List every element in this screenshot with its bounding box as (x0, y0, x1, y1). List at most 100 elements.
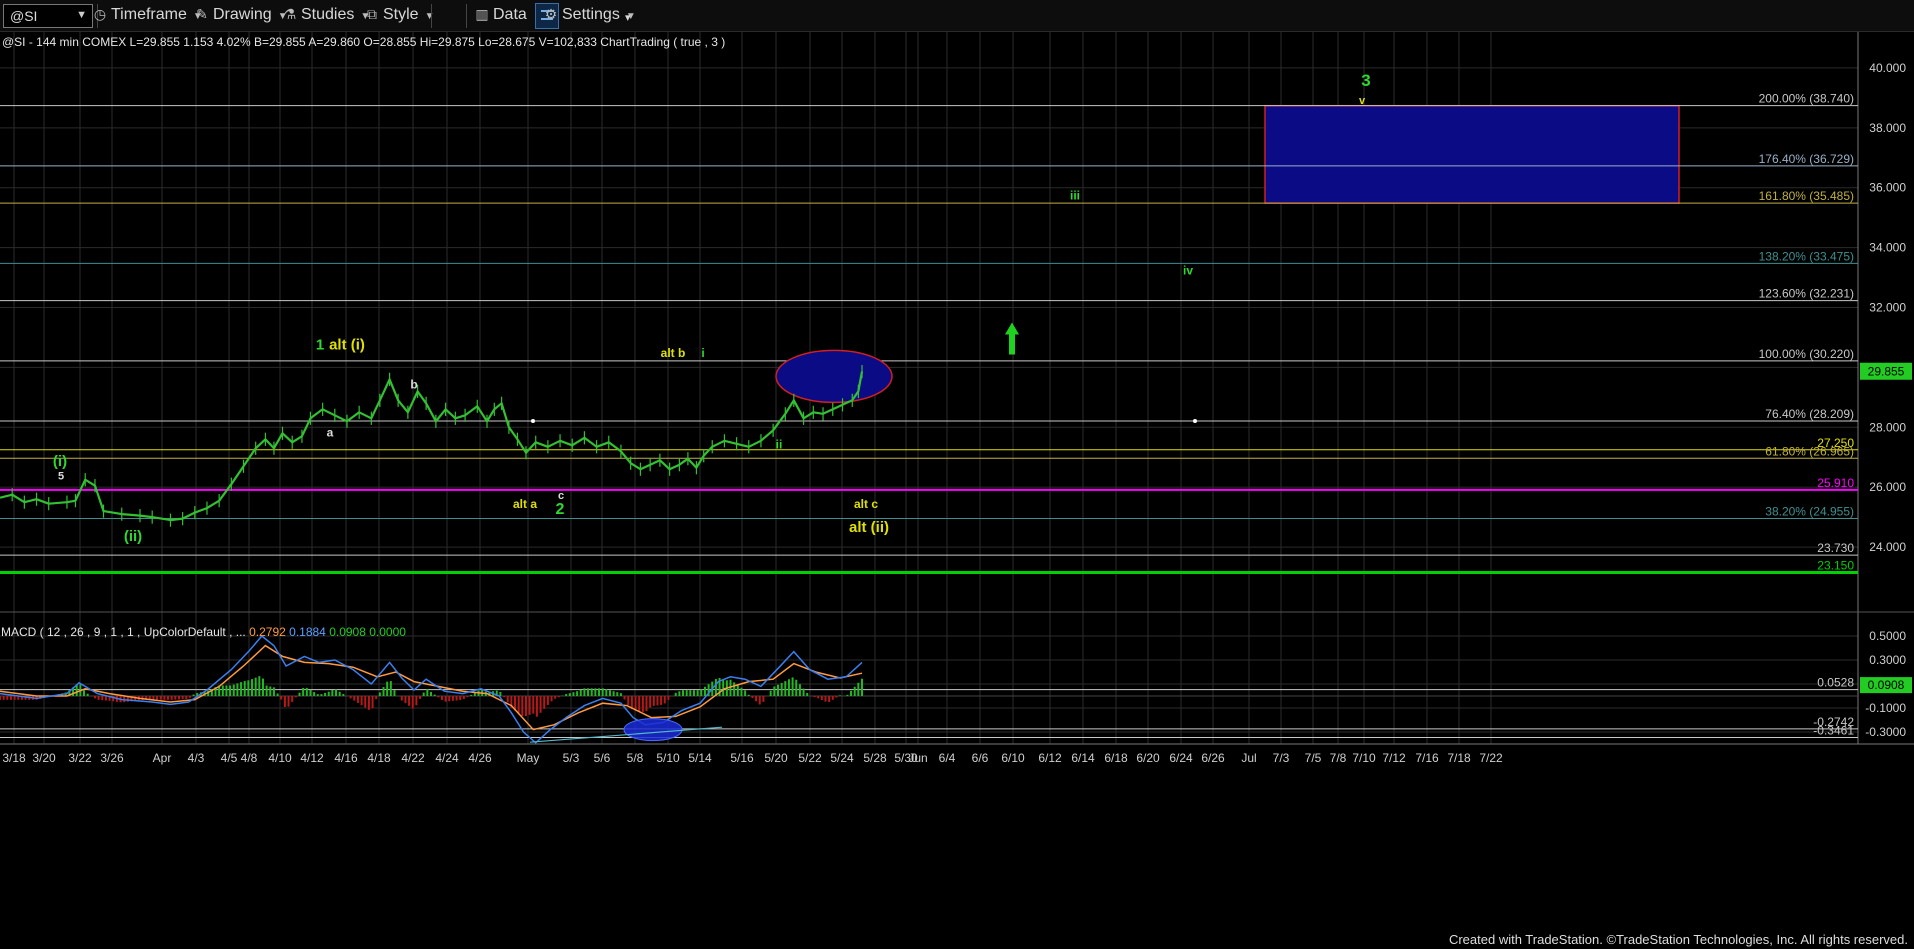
macd-y-tick-label: 0.5000 (1869, 629, 1906, 643)
x-tick-label: 4/24 (435, 751, 459, 765)
macd-y-tick-label: 0.3000 (1869, 653, 1906, 667)
x-tick-label: 5/6 (594, 751, 611, 765)
x-tick-label: 7/18 (1447, 751, 1471, 765)
x-tick-label: 6/12 (1038, 751, 1062, 765)
wave-label: 3 (1361, 71, 1370, 90)
timeframe-label: Timeframe (111, 6, 187, 23)
symbol-text: @SI (10, 8, 38, 24)
x-tick-label: 5/10 (656, 751, 680, 765)
macd-level-label: 0.0528 (1817, 676, 1854, 690)
x-tick-label: 6/18 (1104, 751, 1128, 765)
wave-label: 2 (556, 501, 565, 518)
x-tick-label: 7/3 (1273, 751, 1290, 765)
settings-menu[interactable]: ⚙ Settings ▼ (543, 6, 636, 26)
level-label: 23.730 (1817, 541, 1854, 555)
timeframe-menu[interactable]: ◷ Timeframe ▼ (92, 6, 203, 26)
macd-header-value: 0.2792 (249, 625, 289, 639)
macd-divergence-ellipse (623, 718, 683, 742)
y-tick-label: 34.000 (1869, 241, 1906, 255)
wave-label: alt a (513, 497, 537, 511)
level-label: 200.00% (38.740) (1759, 92, 1854, 106)
studies-menu[interactable]: ⚗ Studies ▼ (282, 6, 371, 26)
level-label: 161.80% (35.485) (1759, 189, 1854, 203)
chevron-down-icon: ▼ (424, 11, 435, 22)
x-tick-label: 5/22 (798, 751, 822, 765)
y-tick-label: 36.000 (1869, 181, 1906, 195)
x-tick-label: 4/26 (468, 751, 492, 765)
x-tick-label: 7/16 (1415, 751, 1439, 765)
wave-label: (i) (53, 453, 67, 470)
y-tick-label: 28.000 (1869, 420, 1906, 434)
data-menu[interactable]: ▥ Data (474, 6, 526, 26)
price-series-line (0, 371, 864, 522)
copyright-footer: Created with TradeStation. ©TradeStation… (1448, 932, 1908, 947)
settings-label: Settings (562, 6, 620, 23)
drawing-menu[interactable]: ✎ Drawing ▼ (194, 6, 287, 26)
wave-label: iv (1183, 264, 1193, 278)
gear-icon: ⚙ (544, 6, 558, 22)
chevron-down-icon[interactable]: ▼ (76, 9, 87, 21)
x-tick-label: 3/20 (32, 751, 56, 765)
level-label: 123.60% (32.231) (1759, 287, 1854, 301)
x-tick-label: 6/26 (1201, 751, 1225, 765)
x-tick-label: 4/8 (241, 751, 258, 765)
x-tick-label: 5/8 (627, 751, 644, 765)
x-tick-label: 5/14 (688, 751, 712, 765)
toolbar-overflow-icon[interactable]: ▾ (625, 11, 631, 31)
style-label: Style (383, 6, 419, 23)
x-tick-label: 6/20 (1136, 751, 1160, 765)
macd-header-value: 0.0908 (329, 625, 369, 639)
macd-y-tick-label: -0.3000 (1865, 725, 1906, 739)
x-tick-label: 4/10 (268, 751, 292, 765)
x-tick-label: 7/12 (1382, 751, 1406, 765)
x-tick-label: May (517, 751, 540, 765)
toolbar-divider (466, 4, 467, 28)
y-tick-label: 24.000 (1869, 540, 1906, 554)
x-tick-label: 5/28 (863, 751, 887, 765)
x-tick-label: 4/5 (221, 751, 238, 765)
level-label: 61.80% (26.965) (1765, 444, 1854, 458)
bar-chart-icon: ▥ (475, 6, 489, 22)
wave-label: 1 (316, 336, 324, 353)
symbol-input[interactable]: @SI ▼ (3, 4, 93, 28)
x-tick-label: 6/4 (939, 751, 956, 765)
x-tick-label: 7/8 (1330, 751, 1347, 765)
x-tick-label: 6/14 (1071, 751, 1095, 765)
level-label: 76.40% (28.209) (1765, 407, 1854, 421)
macd-level-label: -0.3461 (1813, 724, 1854, 738)
x-tick-label: 4/16 (334, 751, 358, 765)
x-tick-label: Apr (153, 751, 172, 765)
level-label: 25.910 (1817, 476, 1854, 490)
y-tick-label: 32.000 (1869, 301, 1906, 315)
toolbar-divider (431, 4, 432, 28)
macd-signal-line (0, 644, 863, 731)
x-tick-label: 6/24 (1169, 751, 1193, 765)
toolbar: @SI ▼ ◷ Timeframe ▼ ✎ Drawing ▼ ⚗ Studies ▼ ⧉ S… (0, 0, 1914, 32)
x-tick-label: 5/24 (830, 751, 854, 765)
style-icon: ⧉ (367, 6, 377, 22)
level-label: 23.150 (1817, 559, 1854, 573)
x-tick-label: 4/22 (401, 751, 425, 765)
x-tick-label: 5/16 (730, 751, 754, 765)
y-tick-label: 26.000 (1869, 480, 1906, 494)
studies-label: Studies (301, 6, 355, 23)
chart-area[interactable]: 3/18 3/20 3/22 3/26 Apr 4/3 4/5 4/8 4/10 4/12 4/16… (0, 32, 1914, 949)
clock-icon: ◷ (93, 6, 107, 22)
wave-label: alt c (854, 497, 878, 511)
wave-label: a (327, 425, 334, 439)
macd-header-value: 0.0000 (369, 625, 406, 639)
x-tick-label: 3/26 (100, 751, 124, 765)
wave-label: ii (776, 437, 783, 451)
x-tick-label: 5/20 (764, 751, 788, 765)
wave-label: alt b (661, 346, 686, 360)
x-tick-label: 4/12 (300, 751, 324, 765)
x-tick-label: 3/22 (68, 751, 92, 765)
x-tick-label: 7/5 (1305, 751, 1322, 765)
style-menu[interactable]: ⧉ Style ▼ (364, 6, 434, 26)
x-tick-label: 4/3 (188, 751, 205, 765)
level-label: 138.20% (33.475) (1759, 249, 1854, 263)
pencil-icon: ✎ (196, 6, 208, 22)
x-tick-label: Jun (908, 751, 927, 765)
x-tick-label: 6/6 (972, 751, 989, 765)
flask-icon: ⚗ (283, 6, 297, 22)
